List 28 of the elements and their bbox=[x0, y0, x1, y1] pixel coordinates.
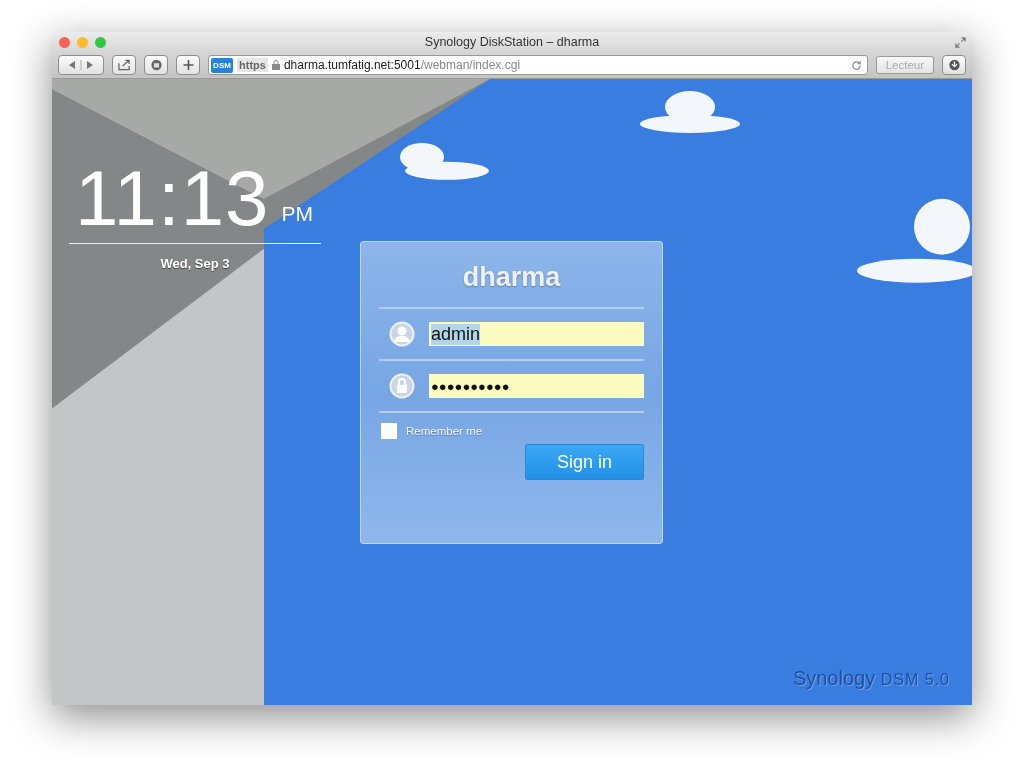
download-icon bbox=[947, 59, 961, 71]
lock-icon bbox=[389, 373, 415, 399]
username-field[interactable]: admin bbox=[429, 322, 644, 346]
lock-icon bbox=[271, 60, 280, 70]
add-button[interactable] bbox=[176, 55, 200, 75]
https-label: https bbox=[237, 58, 268, 72]
window-title: Synology DiskStation – dharma bbox=[424, 35, 600, 49]
clock-date: Wed, Sep 3 bbox=[159, 256, 231, 271]
plus-icon bbox=[181, 59, 195, 71]
extensions-button[interactable] bbox=[144, 55, 168, 75]
back-forward-button[interactable] bbox=[58, 55, 104, 75]
close-icon[interactable] bbox=[59, 36, 70, 48]
remember-checkbox[interactable] bbox=[381, 423, 397, 439]
reload-icon[interactable] bbox=[850, 59, 862, 71]
address-bar[interactable]: DSM https dharma.tumfatig.net:5001/webman/index.cgi bbox=[208, 55, 868, 75]
password-field[interactable]: ●●●●●●●●●● bbox=[429, 374, 644, 398]
site-icon: DSM bbox=[211, 57, 233, 73]
clock-period: PM bbox=[281, 202, 313, 226]
downloads-button[interactable] bbox=[942, 55, 966, 75]
server-name: dharma bbox=[379, 242, 644, 309]
fullscreen-icon[interactable] bbox=[955, 36, 966, 48]
url-text: dharma.tumfatig.net:5001/webman/index.cgi bbox=[283, 58, 521, 72]
brand-logo: Synology bbox=[792, 667, 876, 689]
share-icon bbox=[117, 59, 131, 71]
clock-time: 11:13 bbox=[75, 161, 270, 235]
share-button[interactable] bbox=[112, 55, 136, 75]
product-version: DSM 5.0 bbox=[880, 671, 950, 688]
user-icon bbox=[389, 321, 415, 347]
